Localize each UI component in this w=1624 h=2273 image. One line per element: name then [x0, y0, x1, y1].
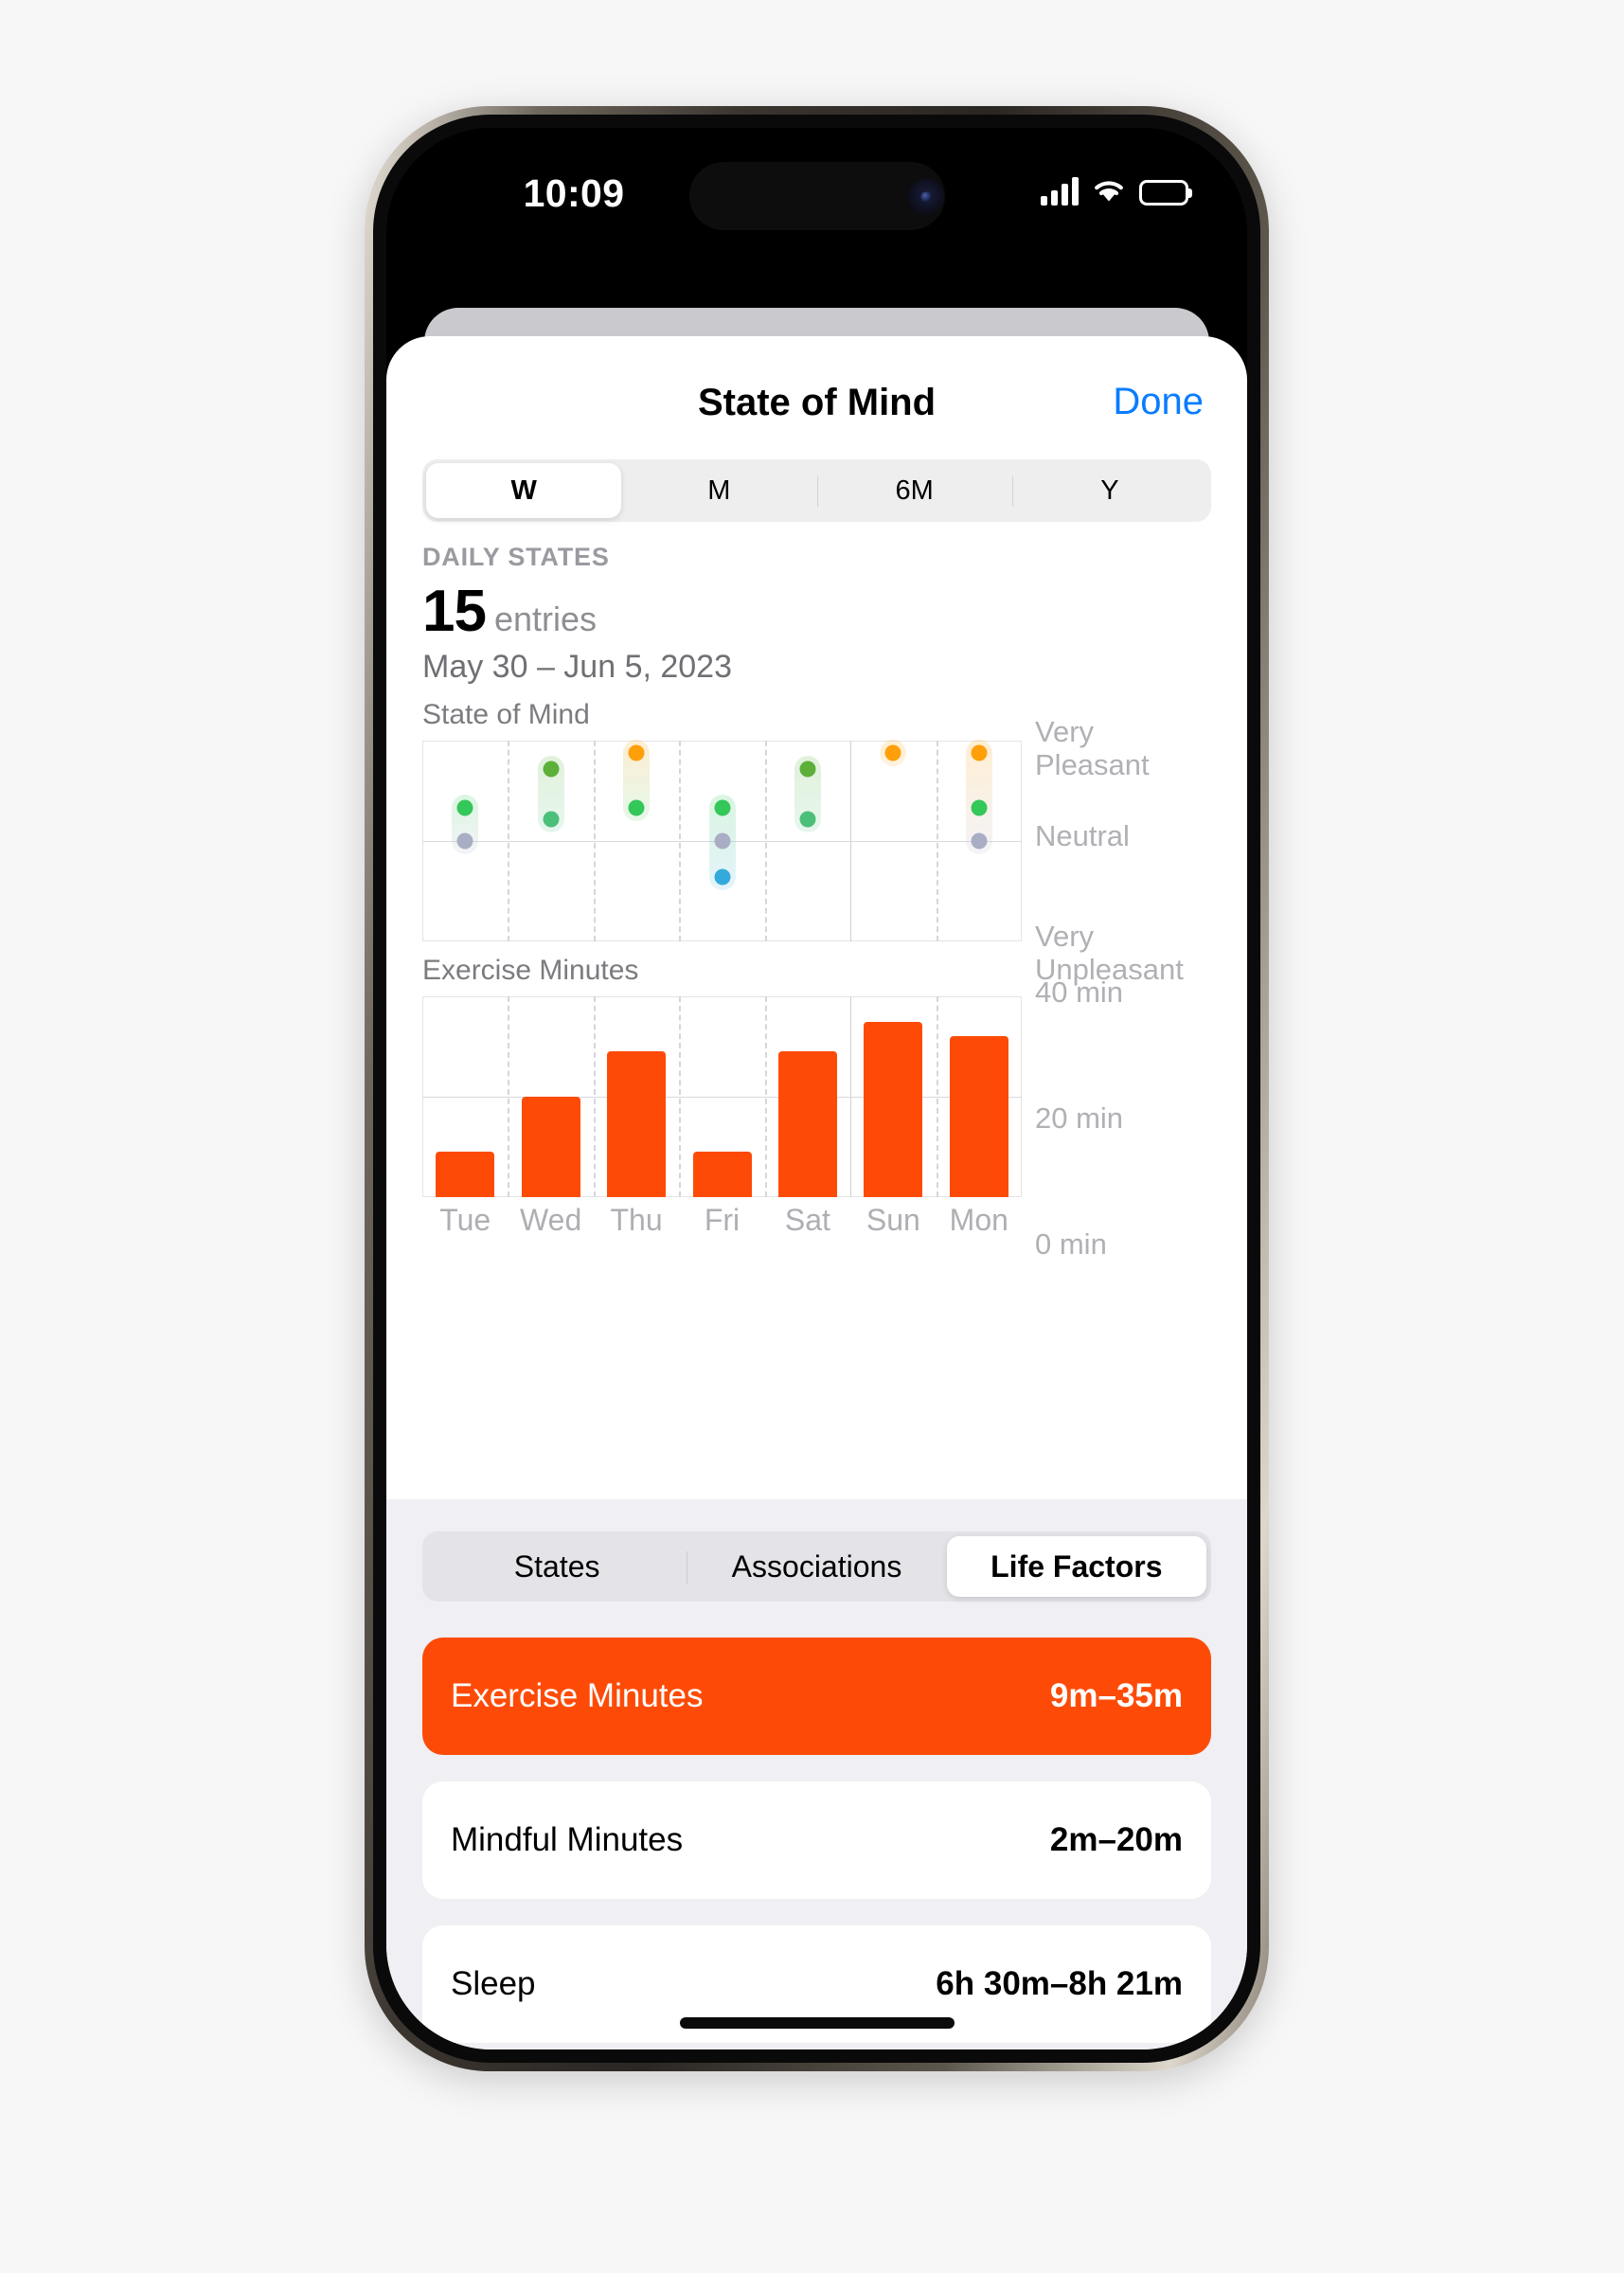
time-range-segmented-control[interactable]: W M 6M Y	[422, 459, 1211, 522]
life-factor-row[interactable]: Mindful Minutes 2m–20m	[422, 1781, 1211, 1899]
battery-icon	[1139, 180, 1188, 206]
range-segment-y[interactable]: Y	[1011, 463, 1207, 518]
exercise-minutes-x-axis: Tue Wed Thu Fri Sat Sun Mon	[422, 1197, 1022, 1248]
exercise-axis-tick: 40 min	[1035, 975, 1124, 1009]
range-segment-6m[interactable]: 6M	[816, 463, 1012, 518]
day-label: Thu	[610, 1203, 663, 1237]
state-of-mind-dot[interactable]	[714, 868, 730, 886]
life-factor-name: Exercise Minutes	[451, 1677, 704, 1714]
day-label: Sat	[784, 1203, 830, 1237]
phone-frame: 10:09 State of Mind Done W M 6M Y DAILY …	[365, 106, 1269, 2071]
view-segmented-control[interactable]: States Associations Life Factors	[422, 1531, 1211, 1602]
state-of-mind-chart-block: State of Mind Very Pleasant Neutral Very Unp…	[386, 699, 1247, 986]
day-label: Tue	[439, 1203, 491, 1237]
state-of-mind-dot[interactable]	[971, 799, 988, 816]
exercise-axis-tick: 0 min	[1035, 1227, 1107, 1261]
entries-unit: entries	[493, 600, 598, 638]
state-of-mind-dot[interactable]	[456, 832, 473, 850]
home-indicator[interactable]	[679, 2017, 955, 2029]
status-icons	[1041, 173, 1188, 206]
life-factor-value: 2m–20m	[1049, 1821, 1183, 1858]
state-of-mind-chart-area: Very Pleasant Neutral Very Unpleasant	[422, 715, 1211, 986]
exercise-minutes-y-axis: 40 min 20 min 0 min	[1022, 975, 1211, 1260]
state-of-mind-dot[interactable]	[543, 761, 560, 778]
state-of-mind-dot[interactable]	[714, 799, 730, 816]
life-factors-list: Exercise Minutes 9m–35m Mindful Minutes 2m–…	[422, 1638, 1211, 2049]
date-range: May 30 – Jun 5, 2023	[422, 649, 733, 685]
state-of-mind-plot[interactable]	[422, 739, 1022, 941]
day-label: Mon	[949, 1203, 1008, 1237]
exercise-bar[interactable]	[436, 1152, 495, 1197]
state-of-mind-dot[interactable]	[799, 811, 816, 828]
exercise-bar[interactable]	[777, 1051, 837, 1197]
state-of-mind-dot[interactable]	[799, 761, 816, 778]
exercise-bar[interactable]	[521, 1097, 580, 1197]
cellular-signal-icon	[1041, 177, 1079, 206]
wifi-icon	[1091, 177, 1127, 206]
state-of-mind-dot[interactable]	[714, 832, 730, 850]
phone-screen: 10:09 State of Mind Done W M 6M Y DAILY …	[386, 128, 1247, 2049]
navigation-bar: State of Mind Done	[386, 336, 1247, 459]
stats-value-row: 15 entries	[422, 578, 1211, 645]
life-factors-section: States Associations Life Factors Exercise …	[386, 1499, 1247, 2049]
front-camera-icon	[907, 179, 944, 215]
exercise-bar[interactable]	[864, 1021, 923, 1197]
phone-bezel: 10:09 State of Mind Done W M 6M Y DAILY …	[373, 115, 1260, 2063]
exercise-bar[interactable]	[949, 1036, 1008, 1197]
view-segment-associations[interactable]: Associations	[687, 1536, 946, 1597]
chart-gridline	[422, 1097, 1022, 1098]
exercise-bar[interactable]	[692, 1152, 752, 1197]
life-factor-value: 9m–35m	[1049, 1677, 1183, 1714]
dynamic-island	[688, 162, 945, 230]
state-of-mind-y-axis: Very Pleasant Neutral Very Unpleasant	[1022, 715, 1211, 986]
life-factor-row[interactable]: Exercise Minutes 9m–35m	[422, 1638, 1211, 1755]
exercise-minutes-plot[interactable]	[422, 996, 1022, 1197]
exercise-minutes-chart-area: Tue Wed Thu Fri Sat Sun Mon 40 min 20 min 0 min	[422, 975, 1211, 1261]
state-of-mind-dot[interactable]	[628, 744, 645, 761]
exercise-axis-tick: 20 min	[1035, 1101, 1124, 1135]
state-of-mind-dot[interactable]	[884, 744, 901, 761]
life-factor-name: Mindful Minutes	[451, 1821, 684, 1858]
status-bar: 10:09	[386, 128, 1247, 270]
done-button[interactable]: Done	[1113, 381, 1204, 423]
state-of-mind-dot[interactable]	[971, 744, 988, 761]
state-of-mind-dot[interactable]	[971, 832, 988, 850]
state-of-mind-dot[interactable]	[456, 799, 473, 816]
day-label: Sun	[866, 1203, 920, 1237]
state-of-mind-axis-tick: Neutral	[1035, 819, 1130, 852]
state-of-mind-sheet: State of Mind Done W M 6M Y DAILY STATES 15…	[386, 336, 1247, 2049]
status-time: 10:09	[523, 171, 625, 215]
state-of-mind-dot[interactable]	[628, 799, 645, 816]
view-segment-states[interactable]: States	[427, 1536, 687, 1597]
state-of-mind-dot[interactable]	[543, 811, 560, 828]
exercise-minutes-chart-block: Exercise Minutes Tue Wed Thu Fri Sat Sun Mon 4…	[386, 955, 1247, 1261]
range-segment-w[interactable]: W	[426, 463, 622, 518]
stats-summary: DAILY STATES 15 entries May 30 – Jun 5, …	[386, 522, 1247, 686]
life-factor-name: Sleep	[451, 1965, 536, 2002]
day-label: Wed	[520, 1203, 582, 1237]
view-segment-life-factors[interactable]: Life Factors	[946, 1536, 1206, 1597]
entries-count: 15	[422, 579, 487, 644]
state-of-mind-axis-tick: Very Pleasant	[1035, 715, 1150, 781]
exercise-bar[interactable]	[607, 1051, 667, 1197]
stats-section-label: DAILY STATES	[422, 543, 610, 571]
day-label: Fri	[704, 1203, 741, 1237]
life-factor-value: 6h 30m–8h 21m	[936, 1965, 1183, 2002]
range-segment-m[interactable]: M	[621, 463, 816, 518]
